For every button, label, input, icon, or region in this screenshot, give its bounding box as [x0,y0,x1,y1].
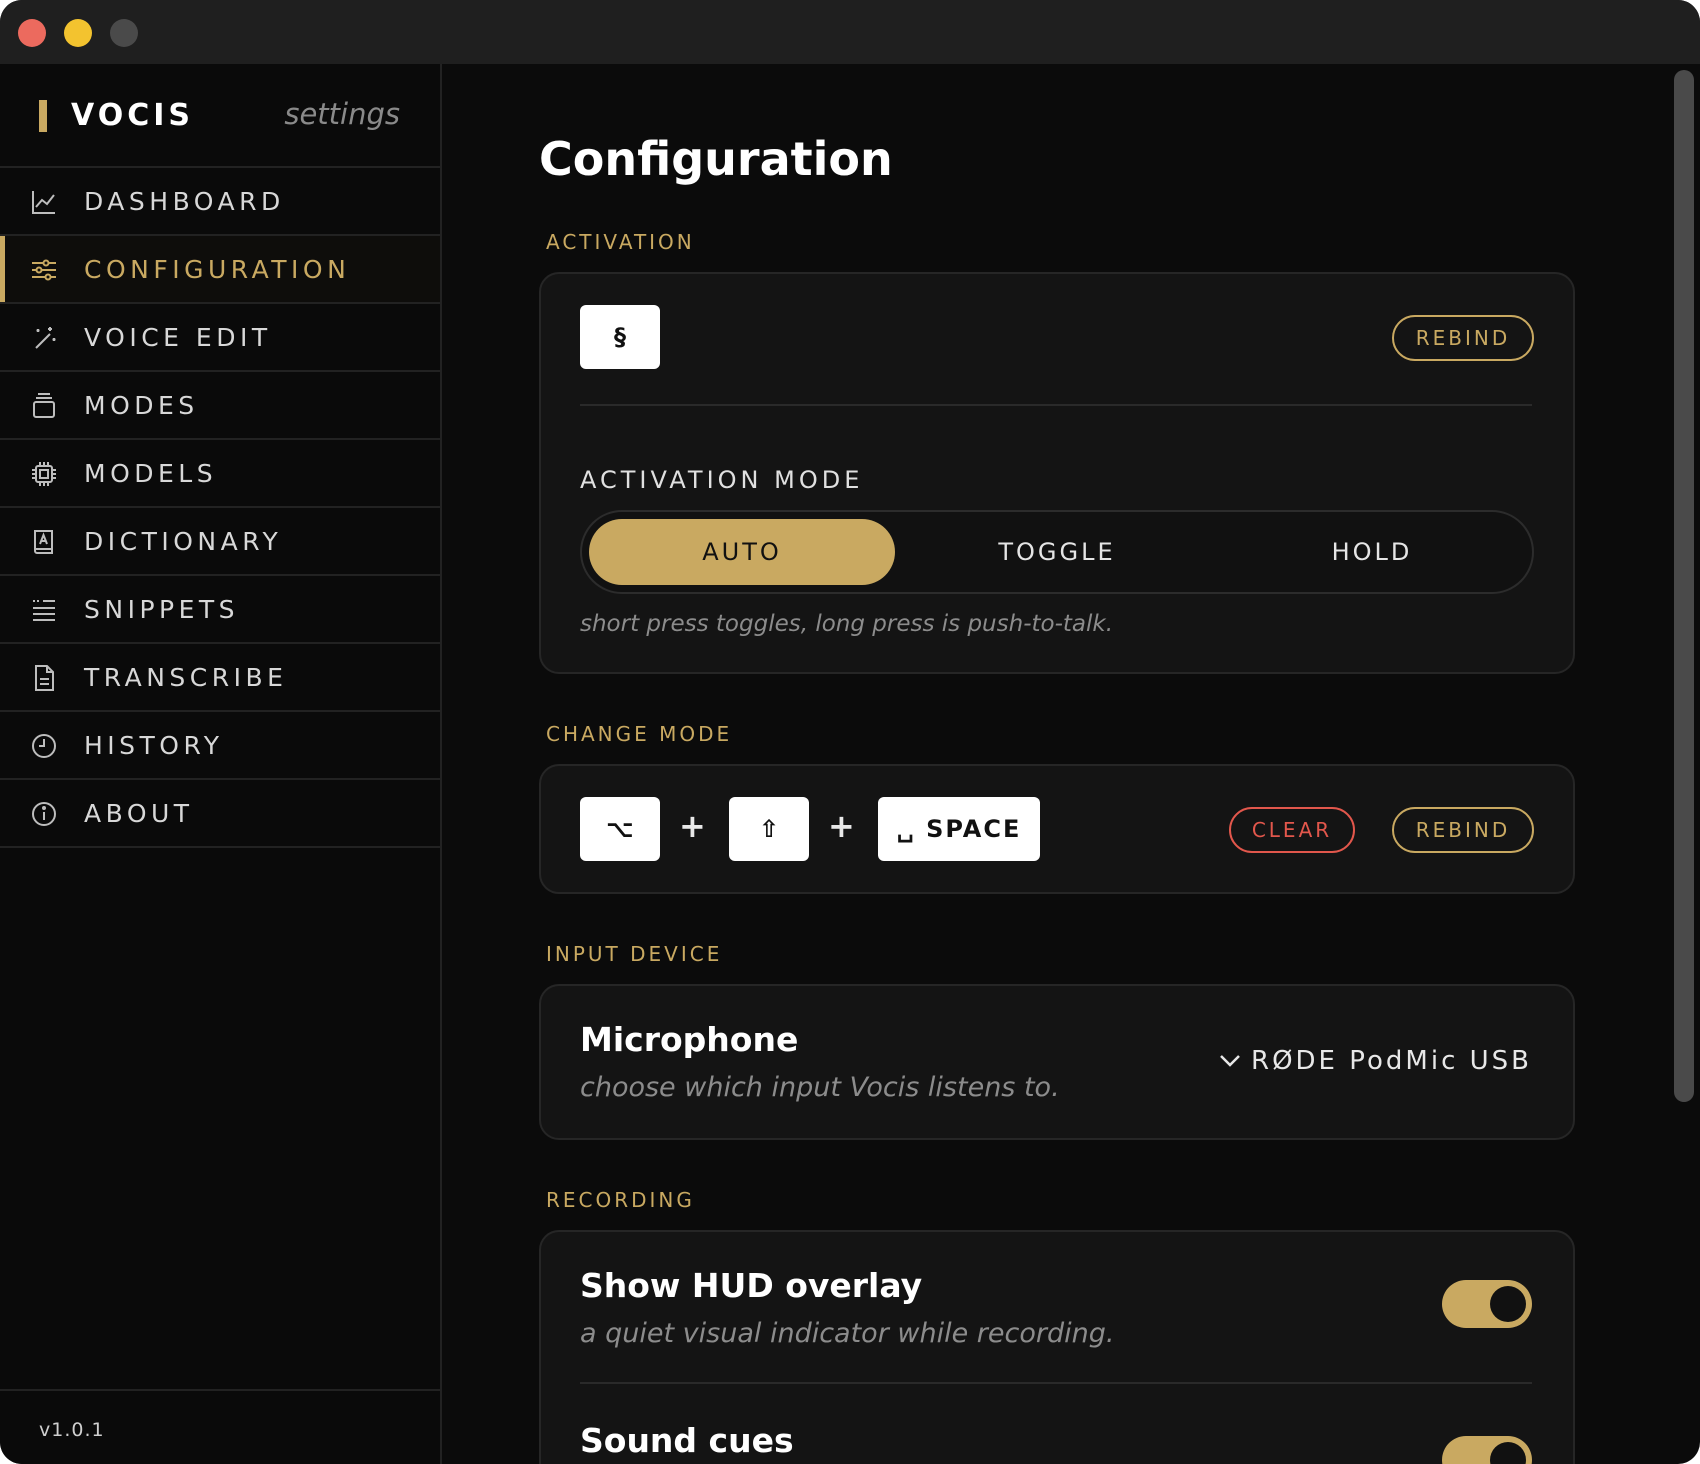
sidebar-item-dictionary[interactable]: DICTIONARY [0,508,440,576]
chip-icon [32,462,56,486]
chart-line-icon [32,191,55,214]
sidebar-item-about[interactable]: ABOUT [0,780,440,848]
activation-mode-label: ACTIVATION MODE [580,466,864,494]
activation-rebind-button[interactable]: REBIND [1392,315,1534,361]
title-bar [0,0,1700,64]
book-icon [34,530,53,554]
section-label-activation: ACTIVATION [546,230,695,254]
brand-accent-bar [39,100,47,132]
sidebar-item-label: TRANSCRIBE [84,663,288,692]
toggle-knob [1490,1442,1526,1464]
sidebar-item-transcribe[interactable]: TRANSCRIBE [0,644,440,712]
sound-cues-toggle[interactable] [1442,1436,1532,1464]
sidebar-item-label: VOICE EDIT [84,323,272,352]
sidebar-item-configuration[interactable]: CONFIGURATION [0,236,440,304]
sidebar-item-modes[interactable]: MODES [0,372,440,440]
main-content: Configuration ACTIVATION § REBIND ACTIVA… [442,64,1678,1464]
activation-card: § REBIND ACTIVATION MODE AUTO TOGGLE HOL… [539,272,1575,674]
microphone-select[interactable]: RØDE PodMic USB [1217,1046,1532,1076]
sound-cues-title: Sound cues [580,1421,794,1460]
page-title: Configuration [539,132,893,186]
input-device-card: Microphone choose which input Vocis list… [539,984,1575,1140]
section-label-recording: RECORDING [546,1188,695,1212]
section-label-input-device: INPUT DEVICE [546,942,723,966]
sidebar-item-label: DASHBOARD [84,187,285,216]
app-window: VOCIS settings DASHBOARD CONFIGURATION V… [0,0,1700,1464]
clock-icon [32,734,56,758]
divider [580,404,1532,406]
change-mode-clear-button[interactable]: CLEAR [1229,807,1355,853]
space-key: ␣ SPACE [878,797,1040,861]
microphone-select-value: RØDE PodMic USB [1251,1046,1532,1076]
sidebar-item-label: MODELS [84,459,218,488]
change-mode-card: ⌥ + ⇧ + ␣ SPACE CLEAR REBIND [539,764,1575,894]
sliders-icon [32,259,56,281]
sidebar-item-dashboard[interactable]: DASHBOARD [0,168,440,236]
recording-card: Show HUD overlay a quiet visual indicato… [539,1230,1575,1464]
divider [580,1382,1532,1384]
mode-option-hold[interactable]: HOLD [1219,519,1525,585]
quote-list-icon [33,600,55,621]
plus-sign: + [828,807,855,845]
chevron-down-icon [1220,1055,1240,1067]
activation-mode-selector: AUTO TOGGLE HOLD [580,510,1534,594]
brand-header: VOCIS settings [0,64,440,168]
sidebar-item-label: HISTORY [84,731,224,760]
sidebar-item-history[interactable]: HISTORY [0,712,440,780]
sidebar-item-models[interactable]: MODELS [0,440,440,508]
version-label: v1.0.1 [39,1419,105,1441]
sidebar-item-label: CONFIGURATION [84,255,351,284]
scrollbar-thumb[interactable] [1674,70,1694,1102]
sidebar-item-voice-edit[interactable]: VOICE EDIT [0,304,440,372]
zoom-window-button[interactable] [110,19,138,47]
document-icon [35,665,54,691]
activation-key: § [580,305,660,369]
mode-option-toggle[interactable]: TOGGLE [904,519,1210,585]
activation-mode-hint: short press toggles, long press is push-… [580,611,1114,637]
info-icon [32,802,56,826]
plus-sign: + [679,807,706,845]
microphone-title: Microphone [580,1020,799,1059]
close-window-button[interactable] [18,19,46,47]
sidebar-item-label: MODES [84,391,199,420]
sidebar-item-snippets[interactable]: SNIPPETS [0,576,440,644]
sidebar-item-label: ABOUT [84,799,194,828]
change-mode-rebind-button[interactable]: REBIND [1392,807,1534,853]
shift-key: ⇧ [729,797,809,861]
hud-overlay-title: Show HUD overlay [580,1266,923,1305]
magic-wand-icon [35,327,56,349]
minimize-window-button[interactable] [64,19,92,47]
app-subtitle: settings [284,97,400,131]
hud-overlay-subtitle: a quiet visual indicator while recording… [580,1318,1115,1349]
option-key: ⌥ [580,797,660,861]
sidebar-item-label: DICTIONARY [84,527,283,556]
stack-icon [33,393,55,418]
mode-option-auto[interactable]: AUTO [589,519,895,585]
sidebar-item-label: SNIPPETS [84,595,240,624]
toggle-knob [1490,1286,1526,1322]
microphone-subtitle: choose which input Vocis listens to. [580,1072,1060,1103]
section-label-change-mode: CHANGE MODE [546,722,733,746]
hud-overlay-toggle[interactable] [1442,1280,1532,1328]
app-name: VOCIS [71,98,194,133]
sidebar: VOCIS settings DASHBOARD CONFIGURATION V… [0,64,442,1464]
sidebar-footer: v1.0.1 [0,1389,440,1464]
